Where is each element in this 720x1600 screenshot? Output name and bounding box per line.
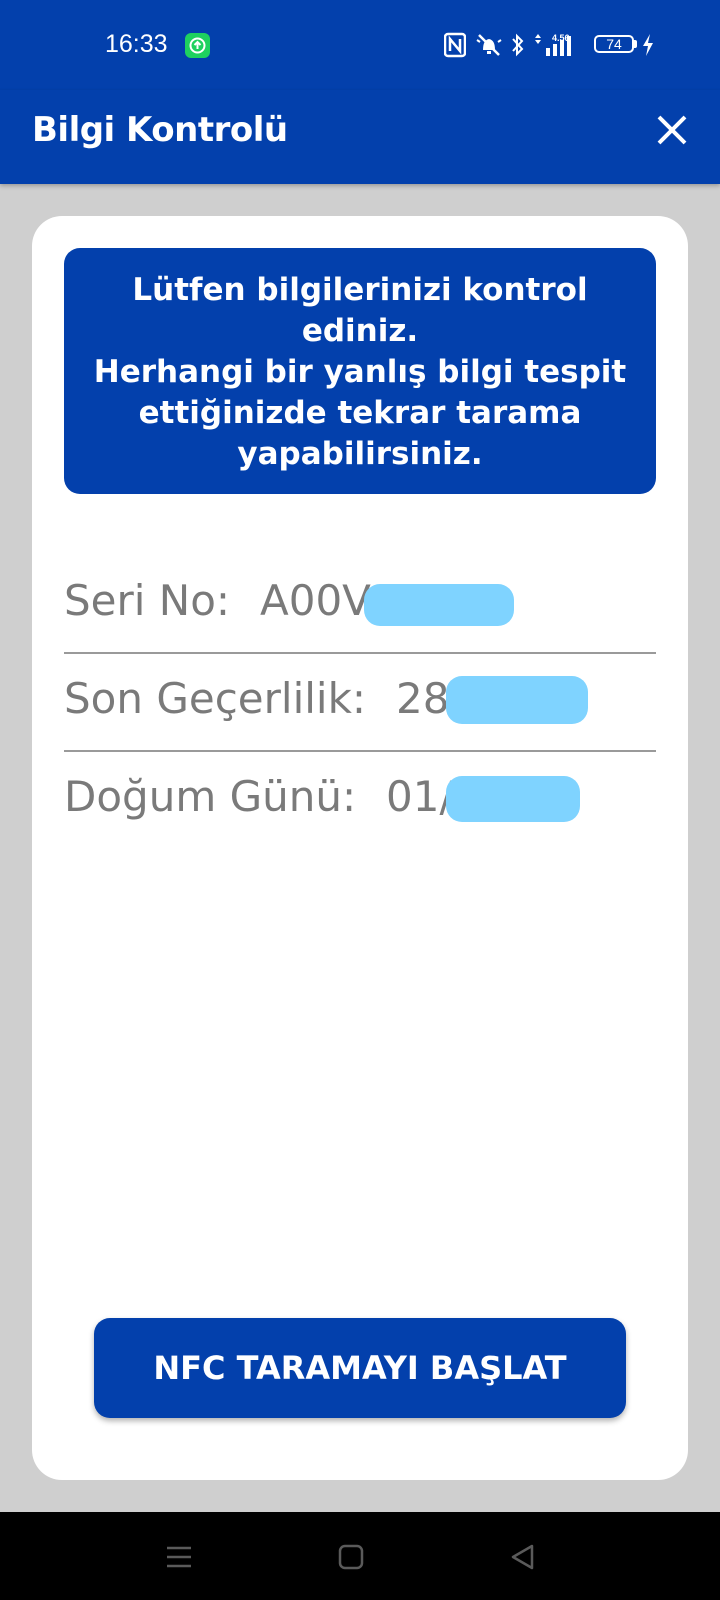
battery-icon: 74 xyxy=(594,35,634,53)
instruction-line: Herhangi bir yanlış bilgi tespit xyxy=(93,354,627,390)
field-value: A00V xyxy=(260,576,371,625)
close-button[interactable] xyxy=(650,108,694,152)
info-card: Lütfen bilgilerinizi kontrol ediniz. Her… xyxy=(32,216,688,1480)
back-icon[interactable] xyxy=(506,1540,540,1574)
status-time: 16:33 xyxy=(105,30,168,58)
field-label: Doğum Günü: xyxy=(64,772,357,821)
menu-icon[interactable] xyxy=(162,1540,196,1574)
field-birth-date: Doğum Günü: 01/ xyxy=(64,752,656,850)
redaction-mark xyxy=(446,676,588,724)
charging-icon xyxy=(643,34,653,56)
battery-level: 74 xyxy=(606,36,622,52)
close-icon xyxy=(657,115,687,145)
instruction-line: Lütfen bilgilerinizi kontrol xyxy=(132,272,588,308)
page-title: Bilgi Kontrolü xyxy=(32,110,288,150)
field-label: Seri No: xyxy=(64,576,231,625)
instruction-line: ettiğinizde tekrar tarama xyxy=(138,395,582,431)
field-expiry-date: Son Geçerlilik: 28/ xyxy=(64,654,656,752)
instruction-box: Lütfen bilgilerinizi kontrol ediniz. Her… xyxy=(64,248,656,494)
home-icon[interactable] xyxy=(334,1540,368,1574)
bluetooth-icon xyxy=(512,33,524,57)
status-bar: 16:33 4.56 74 xyxy=(0,0,720,90)
redaction-mark xyxy=(446,776,580,822)
battery-tip xyxy=(634,40,637,48)
nfc-icon xyxy=(444,32,466,58)
app-notification-icon xyxy=(185,33,210,58)
app-bar: Bilgi Kontrolü xyxy=(0,90,720,184)
muted-bell-icon xyxy=(476,34,502,56)
field-label: Son Geçerlilik: xyxy=(64,674,367,723)
network-speed: 4.56 xyxy=(552,33,570,43)
start-nfc-scan-button[interactable]: NFC TARAMAYI BAŞLAT xyxy=(94,1318,626,1418)
field-value: 01/ xyxy=(386,772,454,821)
system-nav-bar xyxy=(0,1512,720,1600)
document-fields: Seri No: A00V Son Geçerlilik: 28/ Doğum … xyxy=(64,556,656,850)
field-serial-number: Seri No: A00V xyxy=(64,556,656,654)
instruction-line: yapabilirsiniz. xyxy=(237,436,483,472)
instruction-line: ediniz. xyxy=(301,313,419,349)
redaction-mark xyxy=(364,584,514,626)
